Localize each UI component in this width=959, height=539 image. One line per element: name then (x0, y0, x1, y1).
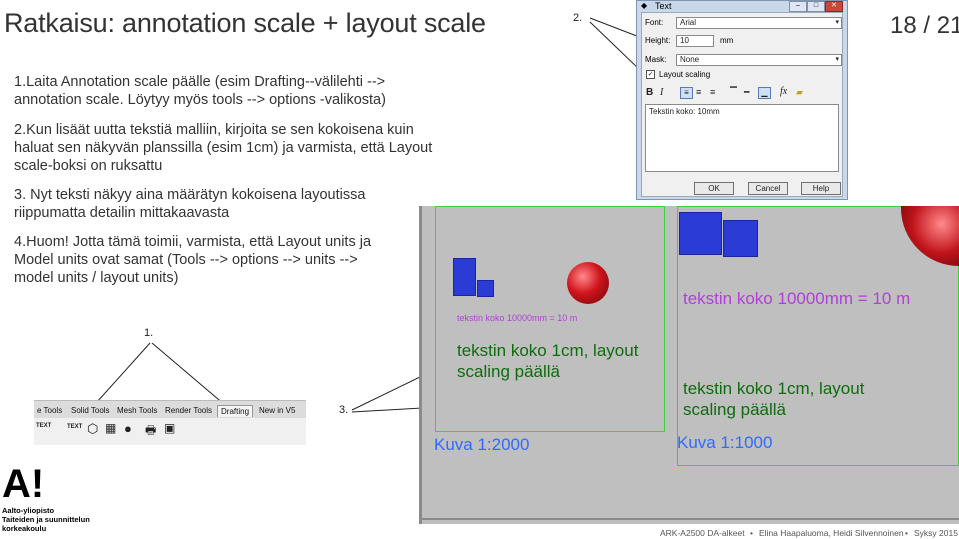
text-dialog: ◆ Text – □ ✕ Font: Arial ▾ Height: 10 mm… (636, 0, 848, 200)
hatch-icon[interactable]: ▦ (105, 421, 116, 435)
leader-1b (151, 342, 226, 406)
mask-label: Mask: (645, 55, 667, 64)
tab-tools[interactable]: e Tools (34, 405, 65, 417)
blue-block-small-left (477, 280, 494, 297)
dialog-titlebar: ◆ Text – □ ✕ (637, 1, 847, 12)
right-purple-text: tekstin koko 10000mm = 10 m (683, 289, 911, 308)
ok-button[interactable]: OK (694, 182, 734, 195)
logo-line-1: Aalto-yliopisto (2, 506, 55, 515)
footer-term: Syksy 2015 (914, 528, 958, 538)
height-label: Height: (645, 36, 671, 45)
align-center-icon[interactable]: ≡ (696, 87, 701, 97)
leader-2b (589, 21, 643, 73)
height-input[interactable]: 10 (676, 35, 714, 47)
height-unit: mm (720, 36, 734, 45)
logo-line-2: Taiteiden ja suunnittelun (2, 515, 90, 524)
annotation-text-icon[interactable]: TEXT (67, 424, 82, 430)
footer-bullet-2: • (905, 528, 908, 538)
align-top-icon[interactable]: ▔ (730, 87, 737, 98)
right-green-line-2: scaling päällä (683, 400, 787, 419)
tab-solid-tools[interactable]: Solid Tools (68, 405, 113, 417)
viewport-left-edge (419, 206, 422, 524)
layout-scaling-label: Layout scaling (659, 70, 711, 79)
close-icon[interactable]: ✕ (825, 1, 843, 12)
footer-bullet-1: • (750, 528, 753, 538)
chevron-down-icon: ▾ (835, 19, 839, 26)
sphere-icon[interactable]: ● (124, 421, 132, 436)
red-sphere-left (567, 262, 609, 304)
font-label: Font: (645, 18, 664, 27)
text-content-area[interactable]: Tekstin koko: 10mm (645, 104, 839, 172)
text-tool-icon[interactable]: TEXT (36, 423, 51, 429)
align-left-icon[interactable]: ≡ (680, 87, 693, 99)
align-middle-icon[interactable]: ━ (744, 87, 749, 98)
right-green-line-1: tekstin koko 1cm, layout (683, 379, 865, 398)
viewport-screenshot: tekstin koko 10000mm = 10 m tekstin koko… (419, 206, 959, 524)
logo-line-3: korkeakoulu (2, 524, 47, 533)
rhino-icon: ◆ (641, 1, 648, 10)
left-scale-label: Kuva 1:2000 (434, 435, 530, 454)
cancel-button[interactable]: Cancel (748, 182, 788, 195)
tab-render-tools[interactable]: Render Tools (162, 405, 215, 417)
minimize-icon[interactable]: – (789, 1, 807, 12)
formula-button[interactable]: fx (780, 86, 787, 97)
align-right-icon[interactable]: ≡ (710, 87, 715, 97)
layer-icon[interactable]: ▣ (164, 421, 175, 435)
format-toolbar: B I ≡ ≡ ≡ ▔ ━ ▁ fx ▰ (642, 85, 842, 101)
drafting-tool-icons: TEXT TEXT ⬡ ▦ ● 🖶 ▣ (34, 418, 306, 445)
mask-select[interactable]: None ▾ (676, 54, 842, 66)
footer-course: ARK-A2500 DA-alkeet (660, 528, 745, 538)
chevron-down-icon: ▾ (835, 56, 839, 63)
folder-icon[interactable]: ▰ (796, 87, 803, 98)
layout-scaling-checkbox[interactable]: ✓ (646, 70, 655, 79)
left-small-text: tekstin koko 10000mm = 10 m (457, 313, 578, 323)
tab-new-in-v5[interactable]: New in V5 (256, 405, 298, 417)
toolbar-tabs-strip: e Tools Solid Tools Mesh Tools Render To… (34, 400, 306, 445)
maximize-icon[interactable]: □ (807, 1, 825, 12)
left-green-line-2: scaling päällä (457, 362, 561, 381)
blue-block-large-right (679, 212, 722, 255)
right-scale-label: Kuva 1:1000 (677, 433, 773, 452)
font-select[interactable]: Arial ▾ (676, 17, 842, 29)
tab-drafting[interactable]: Drafting (217, 405, 254, 417)
left-green-line-1: tekstin koko 1cm, layout (457, 341, 639, 360)
blue-block-tall-left (453, 258, 476, 296)
help-button[interactable]: Help (801, 182, 841, 195)
dialog-body: Font: Arial ▾ Height: 10 mm Mask: None ▾… (641, 12, 843, 197)
cube-icon[interactable]: ⬡ (87, 421, 98, 437)
tab-mesh-tools[interactable]: Mesh Tools (114, 405, 160, 417)
blue-block-mid-right (723, 220, 758, 257)
aalto-logo: A! (2, 462, 45, 506)
align-bottom-icon[interactable]: ▁ (758, 87, 771, 99)
font-value: Arial (680, 18, 697, 27)
mask-value: None (680, 55, 700, 64)
leader-2a (589, 17, 643, 39)
dialog-title: Text (655, 1, 672, 11)
italic-button[interactable]: I (660, 87, 663, 98)
window-controls: – □ ✕ (789, 1, 843, 12)
print-icon[interactable]: 🖶 (145, 421, 156, 442)
bold-button[interactable]: B (646, 87, 653, 98)
footer-authors: Elina Haapaluoma, Heidi Silvennoinen (759, 528, 904, 538)
viewport-bottom-edge (419, 518, 959, 520)
